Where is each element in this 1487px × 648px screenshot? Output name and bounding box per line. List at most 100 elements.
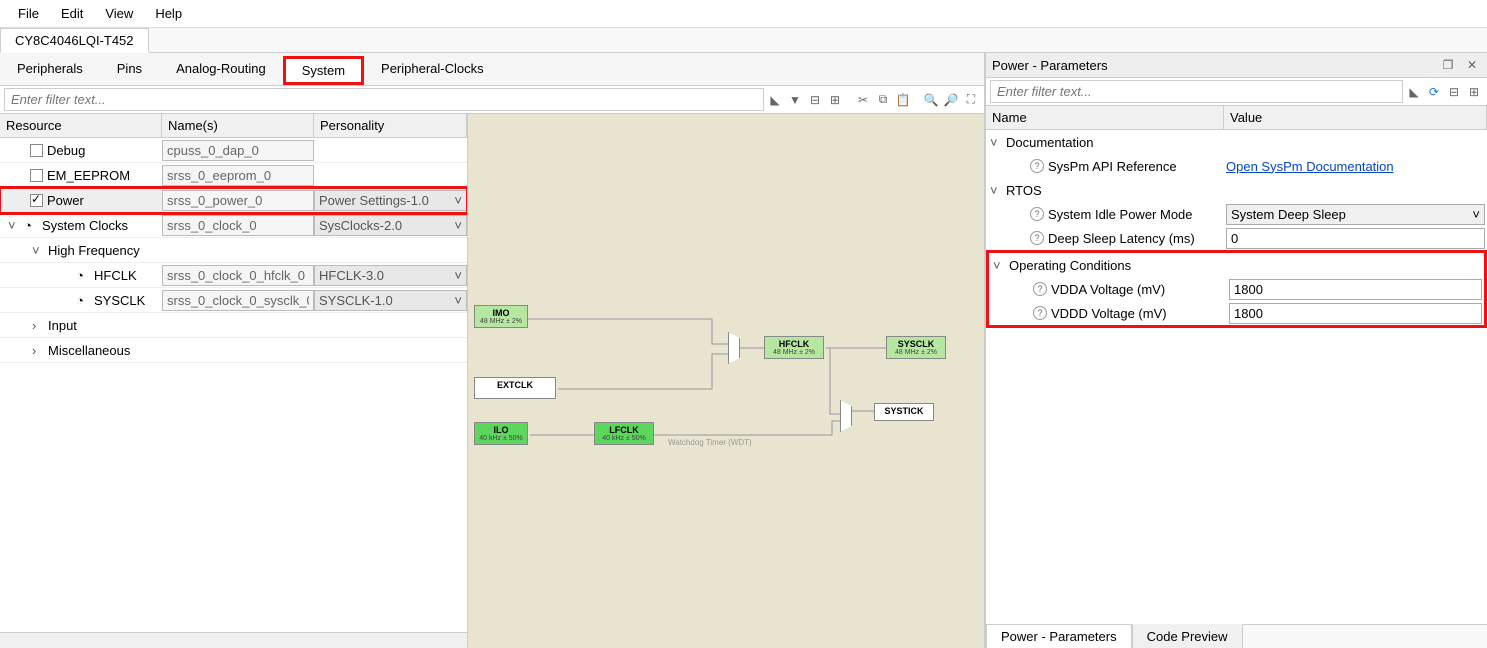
zoom-out-icon[interactable]: 🔎	[942, 91, 960, 109]
personality-hfclk[interactable]: HFCLK-3.0˅	[314, 265, 467, 286]
clear-filter-icon[interactable]: ◣	[766, 91, 784, 109]
row-debug[interactable]: Debug	[0, 138, 467, 163]
block-extclk[interactable]: EXTCLK	[474, 377, 556, 399]
row-misc[interactable]: › Miscellaneous	[0, 338, 467, 363]
row-vddd[interactable]: ?VDDD Voltage (mV)	[989, 301, 1484, 325]
checkbox-eeprom[interactable]	[30, 169, 43, 182]
name-debug[interactable]	[162, 140, 314, 161]
tab-peripheral-clocks[interactable]: Peripheral-Clocks	[364, 56, 501, 85]
row-vdda[interactable]: ?VDDA Voltage (mV)	[989, 277, 1484, 301]
column-name[interactable]: Name	[986, 106, 1224, 129]
block-lfclk[interactable]: LFCLK 40 kHz ± 50%	[594, 422, 654, 445]
tab-analog-routing[interactable]: Analog-Routing	[159, 56, 283, 85]
tab-code-preview[interactable]: Code Preview	[1132, 624, 1243, 648]
name-power[interactable]	[162, 190, 314, 211]
name-hfclk[interactable]	[162, 265, 314, 286]
checkbox-power[interactable]	[30, 194, 43, 207]
cut-icon[interactable]: ✂	[854, 91, 872, 109]
row-sleep-latency[interactable]: ?Deep Sleep Latency (ms)	[986, 226, 1487, 250]
name-eeprom[interactable]	[162, 165, 314, 186]
close-icon[interactable]: ✕	[1463, 56, 1481, 74]
tab-pins[interactable]: Pins	[100, 56, 159, 85]
chevron-hf[interactable]: ˅	[32, 243, 44, 258]
personality-sysclk[interactable]: SYSCLK-1.0˅	[314, 290, 467, 311]
fit-icon[interactable]: ⛶	[962, 91, 980, 109]
row-idle-mode[interactable]: ?System Idle Power Mode System Deep Slee…	[986, 202, 1487, 226]
row-syspm-api[interactable]: ?SysPm API Reference Open SysPm Document…	[986, 154, 1487, 178]
chevron-sysclocks[interactable]: ˅	[8, 218, 20, 233]
horizontal-scrollbar[interactable]	[0, 632, 467, 648]
mux-systick[interactable]	[840, 400, 852, 432]
row-input[interactable]: › Input	[0, 313, 467, 338]
personality-power[interactable]: Power Settings-1.0˅	[314, 190, 467, 211]
chevron-input[interactable]: ›	[32, 318, 44, 333]
checkbox-debug[interactable]	[30, 144, 43, 157]
header-resource[interactable]: Resource	[0, 114, 162, 137]
block-hfclk[interactable]: HFCLK 48 MHz ± 2%	[764, 336, 824, 359]
tab-peripherals[interactable]: Peripherals	[0, 56, 100, 85]
header-personality[interactable]: Personality	[314, 114, 467, 137]
select-idle-mode[interactable]: System Deep Sleep˅	[1226, 204, 1485, 225]
chevron-down-icon: ˅	[454, 268, 462, 283]
input-sleep-latency[interactable]	[1226, 228, 1485, 249]
row-sysclk[interactable]: ◔ SYSCLK SYSCLK-1.0˅	[0, 288, 467, 313]
tab-system[interactable]: System	[283, 56, 364, 85]
personality-sysclocks[interactable]: SysClocks-2.0˅	[314, 215, 467, 236]
menu-edit[interactable]: Edit	[51, 4, 93, 23]
input-vdda[interactable]	[1229, 279, 1482, 300]
chevron-down-icon[interactable]: ˅	[990, 135, 1002, 150]
block-systick[interactable]: SYSTICK	[874, 403, 934, 421]
label-eeprom: EM_EEPROM	[47, 168, 130, 183]
clock-icon: ◔	[24, 218, 38, 232]
row-system-clocks[interactable]: ˅ ◔ System Clocks SysClocks-2.0˅	[0, 213, 467, 238]
row-hfclk[interactable]: ◔ HFCLK HFCLK-3.0˅	[0, 263, 467, 288]
block-imo[interactable]: IMO 48 MHz ± 2%	[474, 305, 528, 328]
menu-help[interactable]: Help	[145, 4, 192, 23]
clock-diagram[interactable]: IMO 48 MHz ± 2% EXTCLK ILO 40 kHz ± 50% …	[468, 114, 984, 648]
expand-all-icon[interactable]: ⊞	[1465, 83, 1483, 101]
input-vddd[interactable]	[1229, 303, 1482, 324]
parameters-filter-input[interactable]	[990, 80, 1403, 103]
help-icon[interactable]: ?	[1030, 207, 1044, 221]
block-sysclk[interactable]: SYSCLK 48 MHz ± 2%	[886, 336, 946, 359]
row-power[interactable]: Power Power Settings-1.0˅	[0, 188, 467, 213]
operating-conditions-highlight: ˅Operating Conditions ?VDDA Voltage (mV)…	[986, 250, 1487, 328]
help-icon[interactable]: ?	[1030, 231, 1044, 245]
label-debug: Debug	[47, 143, 85, 158]
row-eeprom[interactable]: EM_EEPROM	[0, 163, 467, 188]
paste-icon[interactable]: 📋	[894, 91, 912, 109]
menu-view[interactable]: View	[95, 4, 143, 23]
section-operating-conditions[interactable]: ˅Operating Conditions	[989, 253, 1484, 277]
name-sysclk[interactable]	[162, 290, 314, 311]
zoom-in-icon[interactable]: 🔍	[922, 91, 940, 109]
mux-hfclk[interactable]	[728, 332, 740, 364]
filter-input[interactable]	[4, 88, 764, 111]
chevron-down-icon[interactable]: ˅	[993, 258, 1005, 273]
link-syspm-doc[interactable]: Open SysPm Documentation	[1226, 159, 1394, 174]
expand-icon[interactable]: ⊞	[826, 91, 844, 109]
tab-power-parameters[interactable]: Power - Parameters	[986, 624, 1132, 648]
funnel-icon[interactable]: ▼	[786, 91, 804, 109]
section-documentation[interactable]: ˅Documentation	[986, 130, 1487, 154]
help-icon[interactable]: ?	[1033, 306, 1047, 320]
clear-filter-icon[interactable]: ◣	[1405, 83, 1423, 101]
collapse-icon[interactable]: ⊟	[806, 91, 824, 109]
help-icon[interactable]: ?	[1030, 159, 1044, 173]
column-value[interactable]: Value	[1224, 106, 1487, 129]
label-misc: Miscellaneous	[48, 343, 130, 358]
device-file-tab[interactable]: CY8C4046LQI-T452	[0, 28, 149, 53]
chevron-misc[interactable]: ›	[32, 343, 44, 358]
collapse-all-icon[interactable]: ⊟	[1445, 83, 1463, 101]
refresh-icon[interactable]: ⟳	[1425, 83, 1443, 101]
chevron-down-icon[interactable]: ˅	[990, 183, 1002, 198]
section-rtos[interactable]: ˅RTOS	[986, 178, 1487, 202]
name-sysclocks[interactable]	[162, 215, 314, 236]
block-ilo[interactable]: ILO 40 kHz ± 50%	[474, 422, 528, 445]
row-high-frequency[interactable]: ˅ High Frequency	[0, 238, 467, 263]
help-icon[interactable]: ?	[1033, 282, 1047, 296]
restore-icon[interactable]: ❐	[1439, 56, 1457, 74]
chevron-down-icon: ˅	[454, 218, 462, 233]
copy-icon[interactable]: ⧉	[874, 91, 892, 109]
header-names[interactable]: Name(s)	[162, 114, 314, 137]
menu-file[interactable]: File	[8, 4, 49, 23]
